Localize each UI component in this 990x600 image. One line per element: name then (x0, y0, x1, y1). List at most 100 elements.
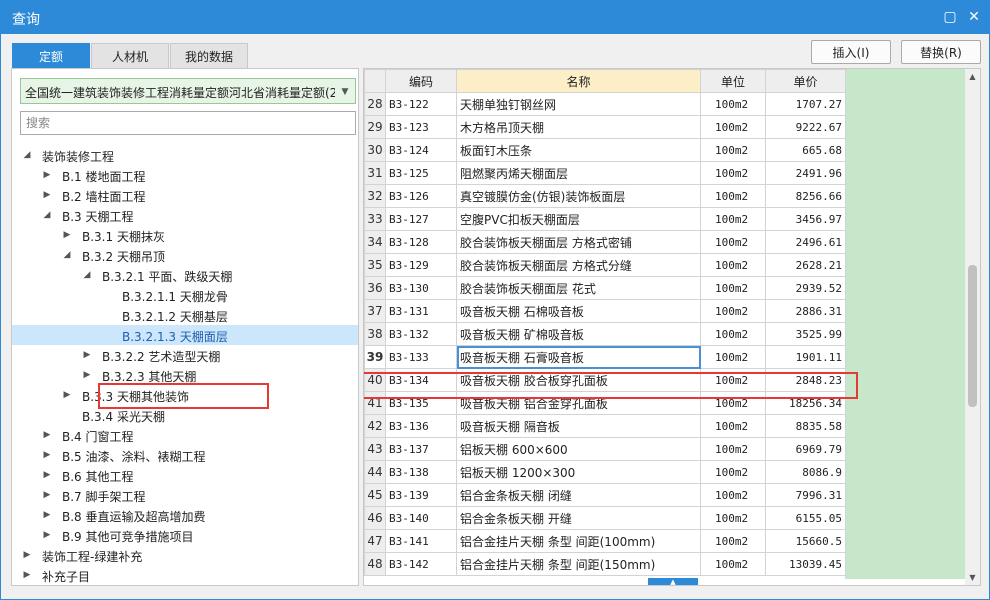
cell-name[interactable]: 吸音板天棚 石棉吸音板 (456, 299, 701, 323)
cell-code[interactable]: B3-122 (385, 92, 457, 116)
cell-unit[interactable]: 100m2 (700, 299, 766, 323)
table-row[interactable]: 34 B3-128 胶合装饰板天棚面层 方格式密铺 100m2 2496.61 (364, 230, 846, 254)
search-input[interactable] (20, 111, 356, 135)
cell-name[interactable]: 板面钉木压条 (456, 138, 701, 162)
table-row[interactable]: 46 B3-140 铝合金条板天棚 开缝 100m2 6155.05 (364, 506, 846, 530)
cell-price[interactable]: 1707.27 (765, 92, 846, 116)
column-header-unit[interactable]: 单位 (700, 69, 766, 93)
table-row[interactable]: 30 B3-124 板面钉木压条 100m2 665.68 (364, 138, 846, 162)
cell-unit[interactable]: 100m2 (700, 253, 766, 277)
cell-price[interactable]: 665.68 (765, 138, 846, 162)
row-number[interactable]: 36 (364, 276, 386, 300)
collapsed-triangle-icon[interactable]: ▶ (40, 187, 54, 203)
table-row[interactable]: 43 B3-137 铝板天棚 600×600 100m2 6969.79 (364, 437, 846, 461)
cell-code[interactable]: B3-136 (385, 414, 457, 438)
cell-name[interactable]: 吸音板天棚 矿棉吸音板 (456, 322, 701, 346)
collapsed-triangle-icon[interactable]: ▶ (40, 467, 54, 483)
cell-price[interactable]: 13039.45 (765, 552, 846, 576)
cell-price[interactable]: 3456.97 (765, 207, 846, 231)
tree-item[interactable]: ◢ 装饰装修工程 (12, 145, 358, 165)
row-number[interactable]: 31 (364, 161, 386, 185)
row-number[interactable]: 29 (364, 115, 386, 139)
row-number[interactable]: 32 (364, 184, 386, 208)
tree-item[interactable]: ▶ B.4 门窗工程 (12, 425, 358, 445)
insert-button[interactable]: 插入(I) (811, 40, 891, 64)
cell-code[interactable]: B3-126 (385, 184, 457, 208)
row-number[interactable]: 28 (364, 92, 386, 116)
table-row[interactable]: 32 B3-126 真空镀膜仿金(仿银)装饰板面层 100m2 8256.66 (364, 184, 846, 208)
collapsed-triangle-icon[interactable]: ▶ (60, 387, 74, 403)
expanded-triangle-icon[interactable]: ◢ (80, 267, 94, 283)
row-number[interactable]: 30 (364, 138, 386, 162)
cell-name[interactable]: 天棚单独钉钢丝网 (456, 92, 701, 116)
collapsed-triangle-icon[interactable]: ▶ (60, 227, 74, 243)
cell-code[interactable]: B3-133 (385, 345, 457, 369)
tree-item[interactable]: ▶ B.8 垂直运输及超高增加费 (12, 505, 358, 525)
cell-unit[interactable]: 100m2 (700, 322, 766, 346)
tree-item[interactable]: ▶ B.6 其他工程 (12, 465, 358, 485)
cell-unit[interactable]: 100m2 (700, 483, 766, 507)
chevron-down-icon[interactable]: ▼ (337, 84, 353, 100)
tree-item[interactable]: B.3.2.1.2 天棚基层 (12, 305, 358, 325)
tree-item[interactable]: ▶ 补充子目 (12, 565, 358, 585)
scroll-up-icon[interactable]: ▲ (967, 71, 978, 82)
cell-unit[interactable]: 100m2 (700, 437, 766, 461)
cell-unit[interactable]: 100m2 (700, 414, 766, 438)
cell-name[interactable]: 铝合金条板天棚 开缝 (456, 506, 701, 530)
cell-price[interactable]: 7996.31 (765, 483, 846, 507)
scroll-down-icon[interactable]: ▼ (967, 572, 978, 583)
cell-name[interactable]: 铝合金挂片天棚 条型 间距(150mm) (456, 552, 701, 576)
cell-code[interactable]: B3-137 (385, 437, 457, 461)
cell-price[interactable]: 2628.21 (765, 253, 846, 277)
table-row[interactable]: 44 B3-138 铝板天棚 1200×300 100m2 8086.9 (364, 460, 846, 484)
cell-name[interactable]: 真空镀膜仿金(仿银)装饰板面层 (456, 184, 701, 208)
collapsed-triangle-icon[interactable]: ▶ (40, 427, 54, 443)
table-row[interactable]: 28 B3-122 天棚单独钉钢丝网 100m2 1707.27 (364, 92, 846, 116)
cell-unit[interactable]: 100m2 (700, 506, 766, 530)
collapsed-triangle-icon[interactable]: ▶ (40, 507, 54, 523)
tree-item[interactable]: ▶ B.5 油漆、涂料、裱糊工程 (12, 445, 358, 465)
vertical-scrollbar[interactable]: ▲ ▼ (965, 69, 980, 585)
cell-code[interactable]: B3-129 (385, 253, 457, 277)
tree-item[interactable]: B.3.2.1.1 天棚龙骨 (12, 285, 358, 305)
tree-item[interactable]: ▶ B.9 其他可竞争措施项目 (12, 525, 358, 545)
cell-price[interactable]: 8086.9 (765, 460, 846, 484)
cell-name[interactable]: 铝合金条板天棚 闭缝 (456, 483, 701, 507)
tree-item[interactable]: ◢ B.3 天棚工程 (12, 205, 358, 225)
row-number[interactable]: 45 (364, 483, 386, 507)
cell-name[interactable]: 空腹PVC扣板天棚面层 (456, 207, 701, 231)
expanded-triangle-icon[interactable]: ◢ (60, 247, 74, 263)
cell-unit[interactable]: 100m2 (700, 138, 766, 162)
cell-unit[interactable]: 100m2 (700, 345, 766, 369)
row-number[interactable]: 48 (364, 552, 386, 576)
tree-item[interactable]: ▶ 装饰工程-绿建补充 (12, 545, 358, 565)
cell-code[interactable]: B3-132 (385, 322, 457, 346)
cell-unit[interactable]: 100m2 (700, 460, 766, 484)
expanded-triangle-icon[interactable]: ◢ (20, 147, 34, 163)
table-row[interactable]: 31 B3-125 阻燃聚丙烯天棚面层 100m2 2491.96 (364, 161, 846, 185)
tab-my-data[interactable]: 我的数据 (170, 43, 248, 68)
cell-price[interactable]: 1901.11 (765, 345, 846, 369)
tree-item[interactable]: ▶ B.3.2.2 艺术造型天棚 (12, 345, 358, 365)
cell-price[interactable]: 2491.96 (765, 161, 846, 185)
tree-item[interactable]: ▶ B.3.1 天棚抹灰 (12, 225, 358, 245)
tree-item[interactable]: ▶ B.2 墙柱面工程 (12, 185, 358, 205)
cell-code[interactable]: B3-138 (385, 460, 457, 484)
collapsed-triangle-icon[interactable]: ▶ (80, 367, 94, 383)
row-number[interactable]: 33 (364, 207, 386, 231)
tree-item[interactable]: B.3.2.1.3 天棚面层 (12, 325, 358, 345)
cell-price[interactable]: 2496.61 (765, 230, 846, 254)
tree-item[interactable]: ▶ B.7 脚手架工程 (12, 485, 358, 505)
column-header-price[interactable]: 单价 (765, 69, 846, 93)
cell-unit[interactable]: 100m2 (700, 115, 766, 139)
cell-price[interactable]: 8835.58 (765, 414, 846, 438)
row-number[interactable]: 39 (364, 345, 386, 369)
cell-code[interactable]: B3-127 (385, 207, 457, 231)
cell-name[interactable]: 胶合装饰板天棚面层 方格式分缝 (456, 253, 701, 277)
cell-name[interactable]: 阻燃聚丙烯天棚面层 (456, 161, 701, 185)
cell-price[interactable]: 3525.99 (765, 322, 846, 346)
library-select[interactable]: 全国统一建筑装饰装修工程消耗量定额河北省消耗量定额(20 ▼ (20, 78, 356, 104)
collapsed-triangle-icon[interactable]: ▶ (40, 487, 54, 503)
cell-price[interactable]: 2939.52 (765, 276, 846, 300)
cell-price[interactable]: 8256.66 (765, 184, 846, 208)
